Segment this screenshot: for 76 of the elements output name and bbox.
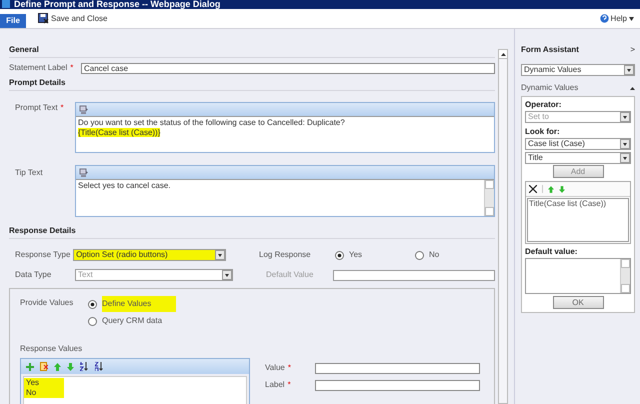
delete-icon[interactable]	[40, 362, 48, 371]
field-label: Prompt Text	[15, 103, 58, 112]
field-label: Label	[265, 380, 285, 389]
ok-button[interactable]: OK	[552, 296, 604, 309]
panel-title: Form Assistant	[521, 44, 579, 56]
label-field[interactable]	[315, 380, 480, 390]
scrollbar[interactable]	[484, 180, 494, 216]
field-label: Provide Values	[20, 298, 74, 307]
editor-toolbar-icon[interactable]	[79, 168, 89, 178]
response-type-dropdown[interactable]: Option Set (radio buttons)	[73, 249, 226, 261]
rich-text-editor[interactable]: Select yes to cancel case.	[75, 165, 495, 217]
response-values-list[interactable]: Yes No	[20, 358, 250, 404]
required-marker: *	[70, 63, 74, 72]
browser-icon	[2, 0, 10, 8]
sort-ascending-icon[interactable]	[80, 362, 89, 371]
collapse-icon[interactable]	[630, 86, 635, 90]
field-label: Statement Label	[9, 63, 68, 72]
required-marker: *	[288, 380, 291, 389]
add-icon[interactable]	[26, 362, 34, 370]
list-item[interactable]: Title(Case list (Case))	[529, 199, 606, 208]
value-field[interactable]	[315, 362, 480, 374]
attribute-dropdown[interactable]: Title	[525, 152, 631, 164]
editor-toolbar-icon[interactable]	[79, 104, 89, 114]
default-value-textarea[interactable]	[525, 258, 631, 294]
window-title: Define Prompt and Response -- Webpage Dialog	[14, 0, 220, 9]
radio-button[interactable]	[415, 250, 424, 260]
move-down-icon[interactable]	[559, 186, 565, 192]
scrollbar[interactable]	[620, 259, 630, 293]
dropdown-caret-icon[interactable]	[620, 139, 630, 149]
radio-button[interactable]	[88, 300, 97, 308]
field-label: Default value:	[525, 247, 578, 256]
field-label: Response Type	[15, 250, 70, 259]
dropdown-caret-icon[interactable]	[215, 250, 225, 260]
editor-text-line: Do you want to set the status of the following case to Cancelled: Duplicate?	[78, 118, 345, 127]
radio-label: Yes	[349, 249, 362, 261]
section-heading: Response Details	[9, 226, 76, 235]
caret-icon	[629, 16, 634, 20]
radio-label: Query CRM data	[102, 315, 162, 327]
save-icon	[38, 13, 49, 24]
form-scrollbar[interactable]	[498, 49, 508, 404]
sort-descending-icon[interactable]	[95, 362, 104, 371]
radio-label: No	[429, 249, 440, 261]
move-up-icon[interactable]	[548, 186, 554, 192]
dropdown-caret-icon[interactable]	[620, 153, 630, 163]
dropdown-caret-icon[interactable]	[624, 65, 634, 75]
field-label: Response Values	[20, 344, 82, 353]
assistant-type-dropdown[interactable]: Dynamic Values	[521, 64, 635, 76]
list-item[interactable]: No	[24, 388, 64, 398]
section-heading: Prompt Details	[9, 78, 66, 87]
field-label: Value	[265, 363, 285, 372]
close-icon[interactable]	[529, 185, 537, 193]
help-button[interactable]: Help	[600, 12, 634, 24]
section-heading: General	[9, 45, 39, 54]
required-marker: *	[60, 103, 64, 112]
field-label: Data Type	[15, 270, 52, 279]
field-label: Default Value	[266, 270, 314, 279]
required-marker: *	[288, 363, 291, 372]
expand-arrow[interactable]: >	[630, 44, 635, 56]
field-label: Log Response	[259, 250, 311, 259]
field-label: Operator:	[525, 99, 562, 111]
statement-label-field[interactable]: Cancel case	[81, 62, 495, 74]
field-label: Look for:	[525, 127, 560, 136]
radio-button[interactable]	[335, 250, 344, 260]
help-icon	[600, 14, 609, 23]
section-title: Dynamic Values	[521, 82, 578, 94]
dropdown-caret-icon[interactable]	[620, 112, 630, 122]
field-label: Tip Text	[15, 168, 43, 177]
list-item[interactable]: Yes	[24, 378, 64, 388]
file-tab[interactable]: File	[0, 14, 26, 28]
scroll-up-icon[interactable]	[500, 52, 506, 56]
values-list[interactable]: Title(Case list (Case))	[525, 181, 631, 244]
look-for-dropdown[interactable]: Case list (Case)	[525, 138, 631, 150]
save-and-close-button[interactable]: Save and Close	[38, 12, 108, 24]
editor-text-line: Select yes to cancel case.	[78, 181, 170, 190]
radio-button[interactable]	[88, 316, 97, 326]
radio-label: Define Values	[102, 296, 176, 312]
